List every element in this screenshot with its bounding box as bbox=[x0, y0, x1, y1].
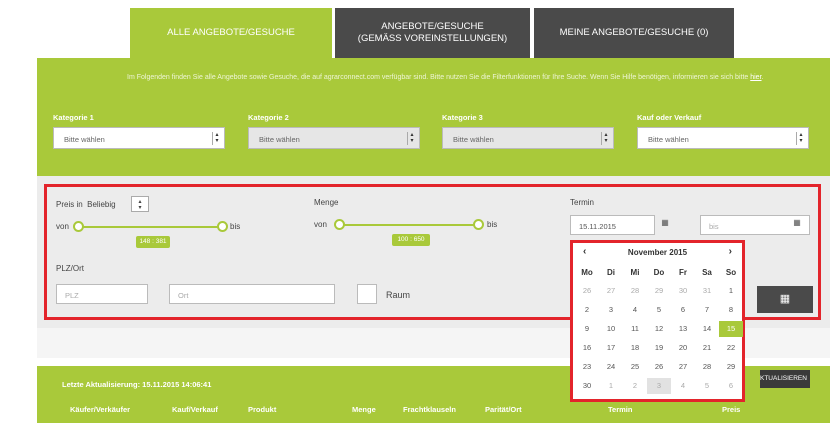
calendar-day[interactable]: 19 bbox=[647, 340, 671, 356]
calendar-day[interactable]: 2 bbox=[575, 302, 599, 318]
kategorie-3-label: Kategorie 3 bbox=[442, 113, 483, 122]
filter-panel: Im Folgenden finden Sie alle Angebote so… bbox=[37, 58, 830, 176]
calendar-day[interactable]: 28 bbox=[695, 359, 719, 375]
refresh-button[interactable]: KTUALISIEREN bbox=[760, 370, 810, 388]
select-arrow-icon: ▴ ▾ bbox=[796, 132, 805, 145]
calendar-day[interactable]: 21 bbox=[695, 340, 719, 356]
tab-label: ANGEBOTE/GESUCHE bbox=[381, 21, 484, 32]
calendar-day[interactable]: 31 bbox=[695, 283, 719, 299]
calendar-day[interactable]: 28 bbox=[623, 283, 647, 299]
calendar-day[interactable]: 27 bbox=[671, 359, 695, 375]
kauf-verkauf-select[interactable]: Bitte wählen ▴ ▾ bbox=[637, 127, 809, 149]
datepicker-month-title: November 2015 bbox=[627, 248, 688, 257]
calendar-day[interactable]: 15 bbox=[719, 321, 743, 337]
calendar-day[interactable]: 22 bbox=[719, 340, 743, 356]
calendar-day[interactable]: 30 bbox=[671, 283, 695, 299]
column-header[interactable]: Parität/Ort bbox=[485, 405, 522, 414]
calendar-day[interactable]: 13 bbox=[671, 321, 695, 337]
weekday-header: Mo bbox=[581, 268, 593, 277]
column-header[interactable]: Frachtklauseln bbox=[403, 405, 456, 414]
calendar-day[interactable]: 26 bbox=[647, 359, 671, 375]
calendar-day[interactable]: 29 bbox=[719, 359, 743, 375]
page-root: ALLE ANGEBOTE/GESUCHE ANGEBOTE/GESUCHE (… bbox=[0, 0, 830, 423]
column-header[interactable]: Käufer/Verkäufer bbox=[70, 405, 130, 414]
column-header[interactable]: Termin bbox=[608, 405, 632, 414]
kategorie-3-select[interactable]: Bitte wählen ▴ ▾ bbox=[442, 127, 614, 149]
calendar-day[interactable]: 11 bbox=[623, 321, 647, 337]
kategorie-1-label: Kategorie 1 bbox=[53, 113, 94, 122]
kategorie-2-label: Kategorie 2 bbox=[248, 113, 289, 122]
last-update-text: Letzte Aktualisierung: 15.11.2015 14:06:… bbox=[62, 380, 212, 389]
kauf-verkauf-label: Kauf oder Verkauf bbox=[637, 113, 702, 122]
calendar-day[interactable]: 6 bbox=[719, 378, 743, 394]
calendar-day[interactable]: 3 bbox=[647, 378, 671, 394]
calendar-day[interactable]: 1 bbox=[599, 378, 623, 394]
calendar-day[interactable]: 26 bbox=[575, 283, 599, 299]
help-link[interactable]: hier bbox=[750, 74, 761, 81]
calendar-day[interactable]: 12 bbox=[647, 321, 671, 337]
calendar-day[interactable]: 27 bbox=[599, 283, 623, 299]
calendar-day[interactable]: 23 bbox=[575, 359, 599, 375]
calendar-day[interactable]: 1 bbox=[719, 283, 743, 299]
calendar-day[interactable]: 14 bbox=[695, 321, 719, 337]
calendar-day[interactable]: 6 bbox=[671, 302, 695, 318]
calendar-day[interactable]: 29 bbox=[647, 283, 671, 299]
tab-alle-angebote[interactable]: ALLE ANGEBOTE/GESUCHE bbox=[130, 8, 332, 58]
tab-meine-angebote[interactable]: MEINE ANGEBOTE/GESUCHE (0) bbox=[534, 8, 734, 58]
column-header[interactable]: Menge bbox=[352, 405, 376, 414]
calendar-day[interactable]: 7 bbox=[695, 302, 719, 318]
weekday-header: Do bbox=[653, 268, 665, 277]
calendar-day[interactable]: 10 bbox=[599, 321, 623, 337]
calendar-day[interactable]: 4 bbox=[671, 378, 695, 394]
column-header[interactable]: Produkt bbox=[248, 405, 276, 414]
tab-label-sub: (GEMÄSS VOREINSTELLUNGEN) bbox=[357, 33, 508, 44]
calendar-day[interactable]: 5 bbox=[647, 302, 671, 318]
weekday-header: So bbox=[725, 268, 737, 277]
calendar-day[interactable]: 20 bbox=[671, 340, 695, 356]
calendar-day[interactable]: 17 bbox=[599, 340, 623, 356]
calendar-day[interactable]: 24 bbox=[599, 359, 623, 375]
info-text: Im Folgenden finden Sie alle Angebote so… bbox=[127, 74, 764, 81]
calendar-day[interactable]: 9 bbox=[575, 321, 599, 337]
calendar-day[interactable]: 5 bbox=[695, 378, 719, 394]
kategorie-2-select[interactable]: Bitte wählen ▴ ▾ bbox=[248, 127, 420, 149]
tab-angebote-voreinstellungen[interactable]: ANGEBOTE/GESUCHE (GEMÄSS VOREINSTELLUNGE… bbox=[335, 8, 530, 58]
weekday-header: Fr bbox=[679, 268, 687, 277]
calendar-day[interactable]: 2 bbox=[623, 378, 647, 394]
grid-view-button[interactable]: ▦ bbox=[757, 286, 813, 313]
calendar-day[interactable]: 16 bbox=[575, 340, 599, 356]
calendar-day[interactable]: 30 bbox=[575, 378, 599, 394]
weekday-header: Di bbox=[607, 268, 615, 277]
tab-label: ALLE ANGEBOTE/GESUCHE bbox=[167, 27, 295, 38]
calendar-day[interactable]: 18 bbox=[623, 340, 647, 356]
kategorie-1-select[interactable]: Bitte wählen ▴ ▾ bbox=[53, 127, 225, 149]
calendar-day[interactable]: 4 bbox=[623, 302, 647, 318]
weekday-header: Sa bbox=[702, 268, 712, 277]
weekday-header: Mi bbox=[630, 268, 640, 277]
column-header[interactable]: Preis bbox=[722, 405, 740, 414]
calendar-day[interactable]: 25 bbox=[623, 359, 647, 375]
select-arrow-icon: ▴ ▾ bbox=[601, 132, 610, 145]
select-arrow-icon: ▴ ▾ bbox=[407, 132, 416, 145]
grid-icon: ▦ bbox=[779, 293, 791, 305]
column-header[interactable]: Kauf/Verkauf bbox=[172, 405, 218, 414]
calendar-day[interactable]: 3 bbox=[599, 302, 623, 318]
tab-label: MEINE ANGEBOTE/GESUCHE (0) bbox=[559, 27, 709, 38]
select-arrow-icon: ▴ ▾ bbox=[212, 132, 221, 145]
calendar-day[interactable]: 8 bbox=[719, 302, 743, 318]
chevron-right-icon[interactable]: › bbox=[729, 246, 732, 257]
datepicker-popup: ‹ November 2015 › Mo Di Mi Do Fr Sa So 26 27 28 29… bbox=[570, 240, 745, 402]
